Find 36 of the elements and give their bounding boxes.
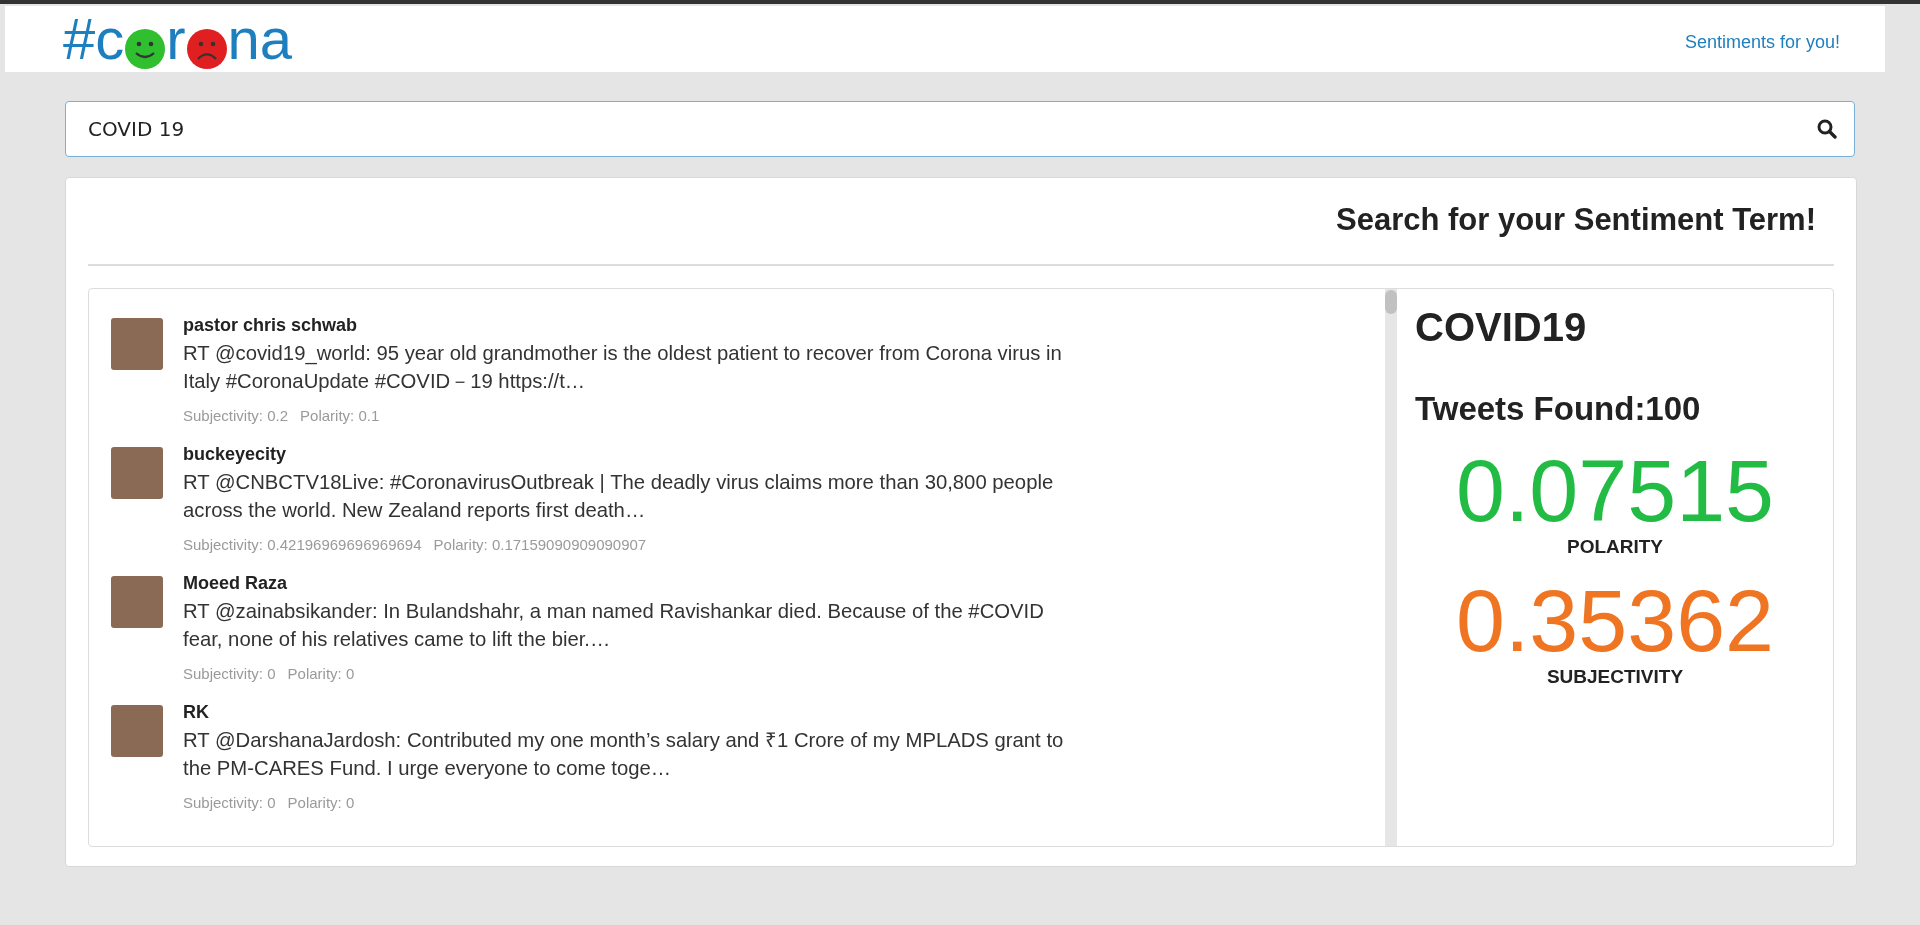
user-name: Moeed Raza	[183, 573, 289, 594]
user-name: pastor chris schwab	[183, 315, 359, 336]
tweets-found-count: Tweets Found:100	[1415, 390, 1702, 428]
search-term: COVID19	[1415, 305, 1588, 350]
scrollbar[interactable]	[1385, 289, 1397, 846]
tweet-text: RT @CNBCTV18Live: #CoronavirusOutbreak | The deadly virus claims more than 30,800 people across the world. New Zealand reports first death…	[183, 470, 1055, 523]
search-field[interactable]: COVID 19	[65, 101, 1855, 157]
search-icon[interactable]	[1817, 119, 1837, 139]
logo-text: r	[166, 9, 186, 69]
sad-face-icon	[186, 29, 227, 69]
polarity-score: Polarity: 0	[287, 665, 355, 682]
metric-label: SUBJECTIVITY	[1546, 666, 1684, 688]
metric-value: 0.07515	[1455, 446, 1775, 536]
avatar-placeholder	[111, 705, 163, 757]
sentiments-link[interactable]: Sentiments for you!	[1684, 31, 1840, 53]
tweet-text: RT @zainabsikander: In Bulandshahr, a man named Ravishankar died. Because of the #COVID fear, none of his relatives came to lift the bier.…	[183, 599, 1045, 652]
avatar-placeholder	[111, 318, 163, 370]
logo-text: #c	[63, 9, 125, 69]
subjectivity-score: Subjectivity: 0	[183, 794, 276, 811]
subjectivity-score: Subjectivity: 0	[183, 665, 276, 682]
polarity-score: Polarity: 0.1	[300, 407, 380, 424]
polarity-score: Polarity: 0	[287, 794, 355, 811]
polarity-score: Polarity: 0.17159090909090907	[433, 536, 647, 553]
logo-text: na	[227, 9, 293, 69]
subjectivity-score: Subjectivity: 0.2	[183, 407, 289, 424]
smiley-face-icon	[125, 29, 166, 69]
user-name: buckeyecity	[183, 444, 288, 465]
card-title: Search for your Sentiment Term!	[1334, 201, 1817, 239]
metric-value: 0.35362	[1455, 576, 1775, 666]
avatar-placeholder	[111, 447, 163, 499]
user-name: RK	[183, 702, 210, 723]
metric-label: POLARITY	[1566, 536, 1664, 558]
subjectivity-score: Subjectivity: 0.42196969696969694	[183, 536, 422, 553]
avatar-placeholder	[111, 576, 163, 628]
tweet-text: RT @DarshanaJardosh: Contributed my one month’s salary and ₹1 Crore of my MPLADS grant to the PM-CARES Fund. I urge everyone to come toge…	[183, 728, 1065, 781]
tweet-text: RT @covid19_world: 95 year old grandmother is the oldest patient to recover from Corona virus in Italy #CoronaUpdate #COVID－19 https://t…	[183, 341, 1063, 394]
